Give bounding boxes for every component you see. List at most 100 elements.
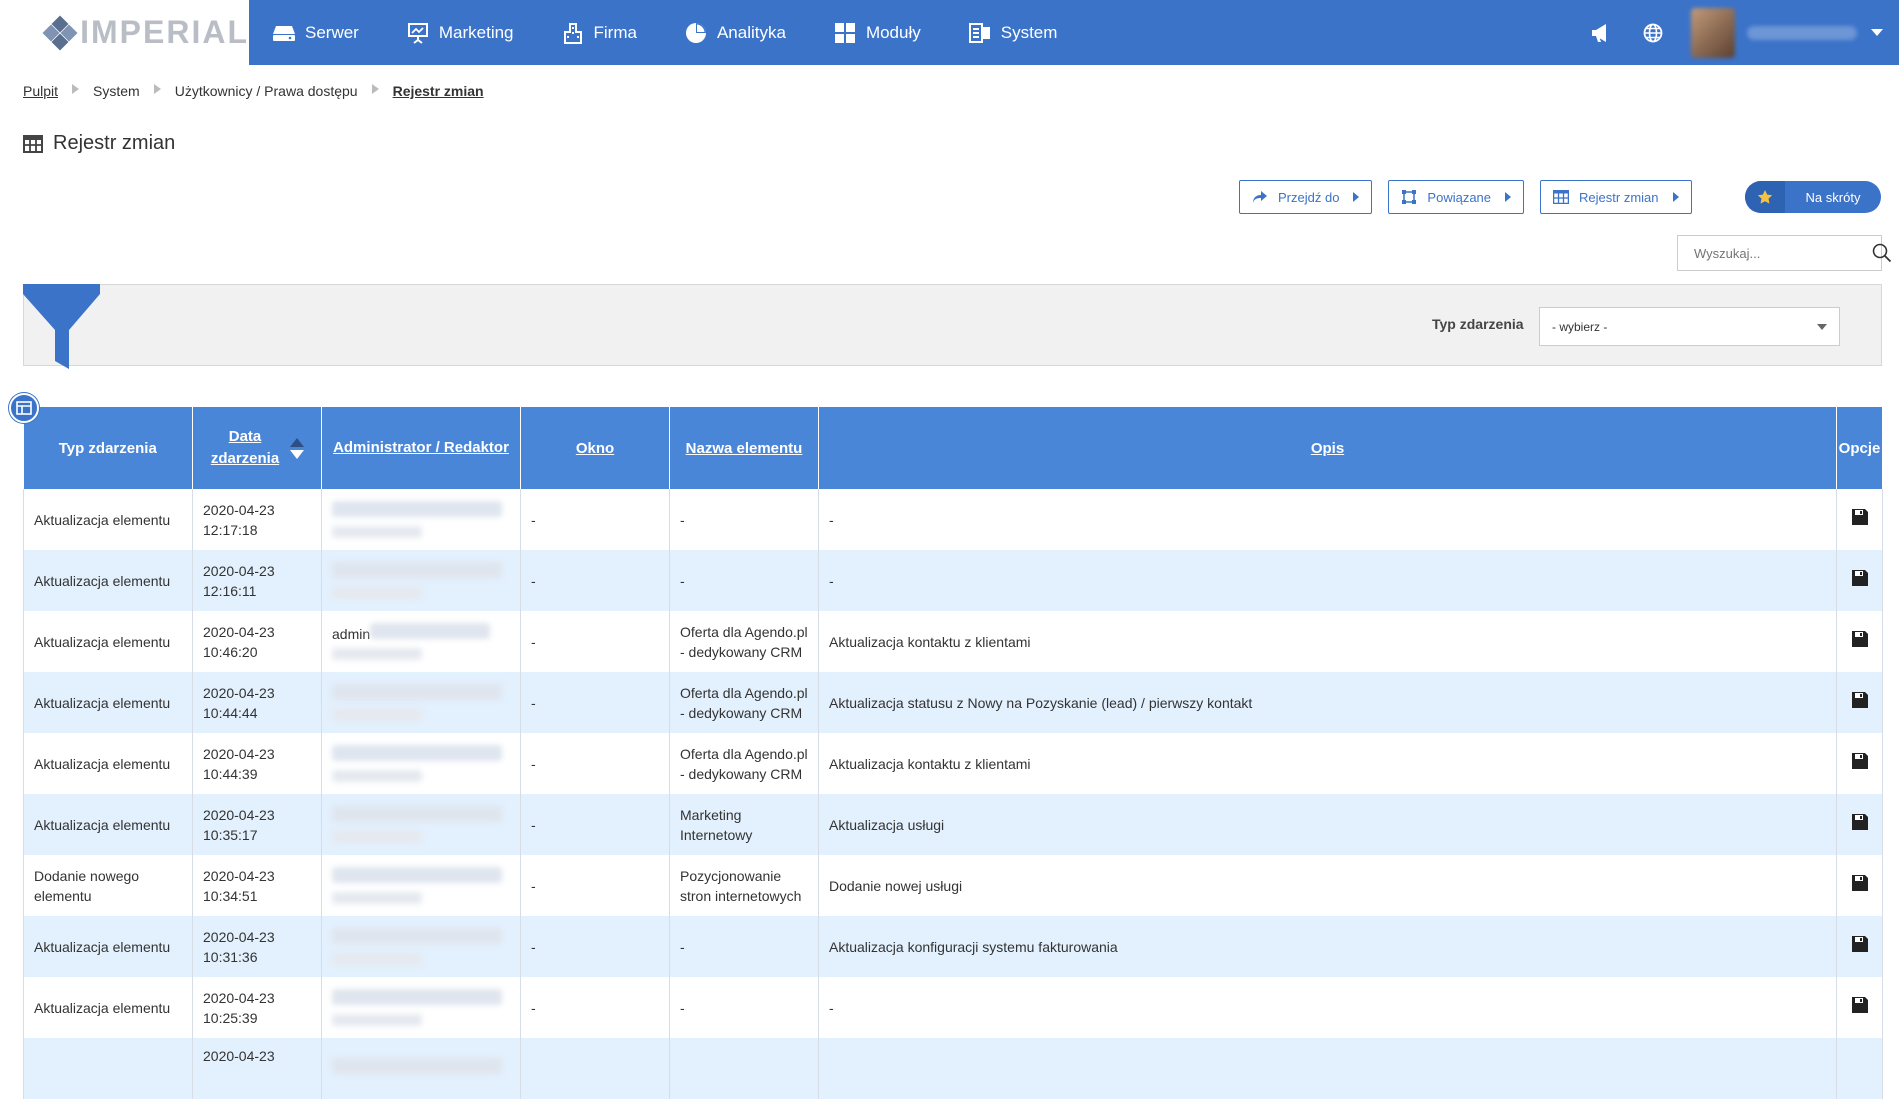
redacted-text bbox=[332, 989, 502, 1005]
cell-options bbox=[1836, 611, 1883, 672]
col-header-desc[interactable]: Opis bbox=[818, 407, 1837, 489]
goto-button[interactable]: Przejdź do bbox=[1239, 180, 1373, 214]
save-icon[interactable] bbox=[1851, 569, 1869, 587]
breadcrumb-current[interactable]: Rejestr zmian bbox=[393, 83, 484, 99]
table-row[interactable]: Aktualizacja elementu 2020-04-23 10:44:44… bbox=[23, 672, 1883, 733]
grid-icon bbox=[834, 22, 856, 44]
sort-arrows-icon bbox=[290, 437, 304, 459]
redacted-text bbox=[332, 709, 422, 721]
cell-desc: Aktualizacja konfiguracji systemu faktur… bbox=[818, 916, 1837, 977]
cell-date: 2020-04-23 12:16:11 bbox=[192, 550, 322, 611]
cell-date-day: 2020-04-23 bbox=[203, 928, 275, 945]
breadcrumb-users[interactable]: Użytkownicy / Prawa dostępu bbox=[175, 83, 358, 99]
changelog-table: Typ zdarzenia Data zdarzenia Administrat… bbox=[23, 407, 1883, 1099]
cell-options bbox=[1836, 855, 1883, 916]
table-row[interactable]: Aktualizacja elementu 2020-04-23 10:35:17… bbox=[23, 794, 1883, 855]
nav-system[interactable]: System bbox=[945, 0, 1082, 65]
logo[interactable]: IMPERIAL bbox=[0, 0, 249, 65]
table-row[interactable]: Aktualizacja elementu 2020-04-23 12:17:18… bbox=[23, 489, 1883, 550]
top-navbar: IMPERIAL Serwer Marketing Firma Analityk… bbox=[0, 0, 1899, 65]
save-icon[interactable] bbox=[1851, 691, 1869, 709]
cell-admin bbox=[321, 550, 521, 611]
col-header-desc-label: Opis bbox=[1310, 439, 1345, 457]
cell-options bbox=[1836, 489, 1883, 550]
breadcrumb-system[interactable]: System bbox=[93, 83, 140, 99]
nav-serwer[interactable]: Serwer bbox=[249, 0, 383, 65]
breadcrumb-separator-icon bbox=[153, 84, 161, 94]
save-icon[interactable] bbox=[1851, 874, 1869, 892]
cell-type: Aktualizacja elementu bbox=[23, 550, 193, 611]
pie-chart-icon bbox=[685, 22, 707, 44]
table-row[interactable]: Aktualizacja elementu 2020-04-23 10:31:36… bbox=[23, 916, 1883, 977]
cell-element: Oferta dla Agendo.pl - dedykowany CRM bbox=[669, 611, 819, 672]
cell-date-day: 2020-04-23 bbox=[203, 684, 275, 701]
cell-type: Aktualizacja elementu bbox=[23, 672, 193, 733]
table-row[interactable]: Aktualizacja elementu 2020-04-23 10:44:39… bbox=[23, 733, 1883, 794]
cell-element: Marketing Internetowy bbox=[669, 794, 819, 855]
table-row[interactable]: 2020-04-23 bbox=[23, 1038, 1883, 1099]
cell-date: 2020-04-23 10:35:17 bbox=[192, 794, 322, 855]
filter-type-select[interactable]: - wybierz - bbox=[1539, 307, 1840, 346]
breadcrumb-separator-icon bbox=[371, 84, 379, 94]
announcements-button[interactable] bbox=[1575, 0, 1627, 65]
save-icon[interactable] bbox=[1851, 996, 1869, 1014]
breadcrumb-pulpit[interactable]: Pulpit bbox=[23, 83, 58, 99]
cell-date-time: 10:25:39 bbox=[203, 1009, 258, 1026]
user-menu[interactable] bbox=[1679, 0, 1899, 65]
cell-admin bbox=[321, 733, 521, 794]
cell-options bbox=[1836, 672, 1883, 733]
cell-window: - bbox=[520, 489, 670, 550]
cell-element: Oferta dla Agendo.pl - dedykowany CRM bbox=[669, 733, 819, 794]
table-row[interactable]: Aktualizacja elementu 2020-04-23 10:46:20… bbox=[23, 611, 1883, 672]
caret-right-icon bbox=[1505, 192, 1512, 202]
chevron-down-icon bbox=[1871, 29, 1883, 36]
cell-options bbox=[1836, 1038, 1883, 1099]
favorites-button[interactable]: Na skróty bbox=[1745, 181, 1881, 213]
cell-date: 2020-04-23 10:34:51 bbox=[192, 855, 322, 916]
nav-marketing[interactable]: Marketing bbox=[383, 0, 538, 65]
save-icon[interactable] bbox=[1851, 630, 1869, 648]
cell-type: Aktualizacja elementu bbox=[23, 794, 193, 855]
cell-desc: - bbox=[818, 489, 1837, 550]
search-icon[interactable] bbox=[1872, 243, 1892, 263]
col-header-admin-label: Administrator / Redaktor bbox=[333, 439, 509, 456]
table-row[interactable]: Aktualizacja elementu 2020-04-23 10:25:39… bbox=[23, 977, 1883, 1038]
redacted-text bbox=[332, 648, 422, 660]
table-row[interactable]: Aktualizacja elementu 2020-04-23 12:16:11… bbox=[23, 550, 1883, 611]
cell-options bbox=[1836, 733, 1883, 794]
cell-date: 2020-04-23 10:44:44 bbox=[192, 672, 322, 733]
cell-desc: Aktualizacja kontaktu z klientami bbox=[818, 733, 1837, 794]
nav-analityka[interactable]: Analityka bbox=[661, 0, 810, 65]
nav-moduly[interactable]: Moduły bbox=[810, 0, 945, 65]
star-icon bbox=[1745, 181, 1785, 213]
cell-date: 2020-04-23 bbox=[192, 1038, 322, 1099]
col-header-window[interactable]: Okno bbox=[520, 407, 670, 489]
col-header-admin[interactable]: Administrator / Redaktor bbox=[321, 407, 521, 489]
table-columns-button[interactable] bbox=[9, 393, 39, 423]
chevron-down-icon bbox=[1817, 324, 1827, 330]
nav-label: Analityka bbox=[716, 22, 786, 42]
save-icon[interactable] bbox=[1851, 752, 1869, 770]
changelog-button[interactable]: Rejestr zmian bbox=[1540, 180, 1692, 214]
search-input[interactable] bbox=[1692, 244, 1872, 262]
save-icon[interactable] bbox=[1851, 935, 1869, 953]
cell-date-day: 2020-04-23 bbox=[203, 623, 275, 640]
save-icon[interactable] bbox=[1851, 813, 1869, 831]
cell-desc: - bbox=[818, 550, 1837, 611]
server-icon bbox=[273, 22, 295, 44]
cell-window bbox=[520, 1038, 670, 1099]
cell-element: - bbox=[669, 977, 819, 1038]
redacted-text bbox=[332, 806, 502, 822]
save-icon[interactable] bbox=[1851, 508, 1869, 526]
col-header-element[interactable]: Nazwa elementu bbox=[669, 407, 819, 489]
redacted-text bbox=[332, 867, 502, 883]
cell-admin bbox=[321, 855, 521, 916]
language-button[interactable] bbox=[1627, 0, 1679, 65]
cell-element: Pozycjonowanie stron internetowych bbox=[669, 855, 819, 916]
table-row[interactable]: Dodanie nowego elementu 2020-04-23 10:34:… bbox=[23, 855, 1883, 916]
redacted-text bbox=[370, 623, 491, 639]
nav-firma[interactable]: Firma bbox=[538, 0, 661, 65]
avatar bbox=[1691, 7, 1735, 58]
related-button[interactable]: Powiązane bbox=[1388, 180, 1525, 214]
col-header-date[interactable]: Data zdarzenia bbox=[192, 407, 322, 489]
